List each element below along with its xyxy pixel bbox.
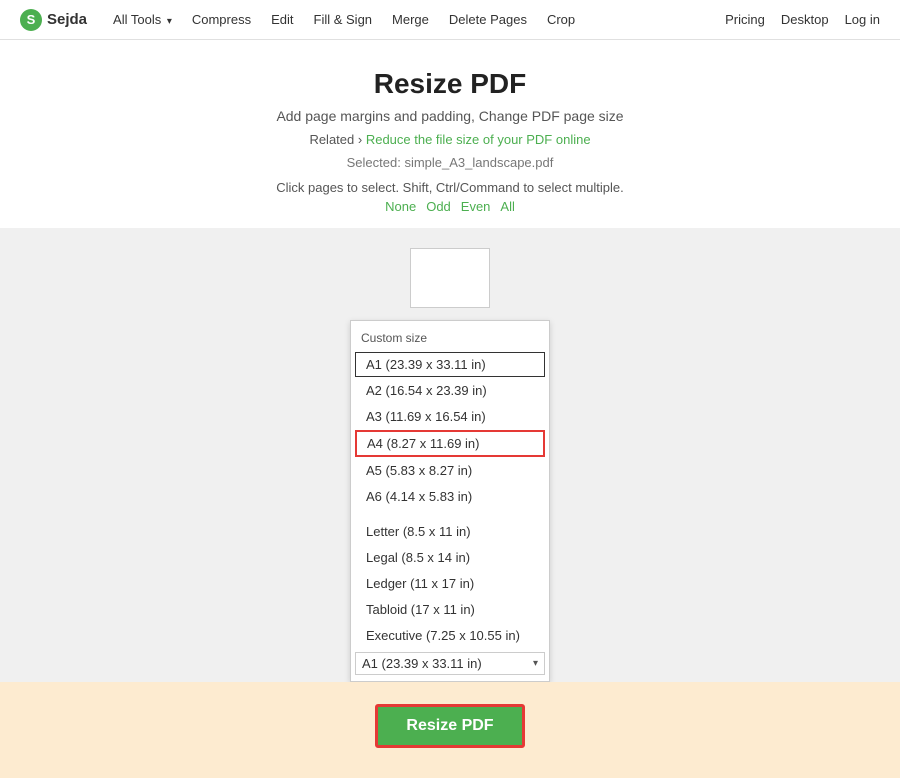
selection-hint: Click pages to select. Shift, Ctrl/Comma… — [20, 180, 880, 195]
dropdown-item-executive[interactable]: Executive (7.25 x 10.55 in) — [355, 623, 545, 648]
page-select-links: None Odd Even All — [20, 199, 880, 214]
dropdown-item-a6[interactable]: A6 (4.14 x 5.83 in) — [355, 484, 545, 509]
related-link[interactable]: Reduce the file size of your PDF online — [366, 132, 591, 147]
chevron-right-icon: › — [358, 132, 366, 147]
dropdown-item-ledger[interactable]: Ledger (11 x 17 in) — [355, 571, 545, 596]
dropdown-item-legal[interactable]: Legal (8.5 x 14 in) — [355, 545, 545, 570]
select-all[interactable]: All — [500, 199, 514, 214]
dropdown-item-a1[interactable]: A1 (23.39 x 33.11 in) — [355, 352, 545, 377]
selected-file: Selected: simple_A3_landscape.pdf — [20, 155, 880, 170]
nav-desktop[interactable]: Desktop — [781, 12, 829, 27]
nav-merge[interactable]: Merge — [384, 10, 437, 29]
dropdown-divider — [351, 510, 549, 518]
resize-pdf-button[interactable]: Resize PDF — [375, 704, 524, 748]
select-even[interactable]: Even — [461, 199, 491, 214]
dropdown-item-a4[interactable]: A4 (8.27 x 11.69 in) — [355, 430, 545, 457]
select-odd[interactable]: Odd — [426, 199, 451, 214]
nav-fill-sign[interactable]: Fill & Sign — [306, 10, 381, 29]
select-none[interactable]: None — [385, 199, 416, 214]
size-dropdown-panel: Custom size A1 (23.39 x 33.11 in) A2 (16… — [350, 320, 550, 682]
dropdown-item-tabloid[interactable]: Tabloid (17 x 11 in) — [355, 597, 545, 622]
dropdown-item-letter[interactable]: Letter (8.5 x 11 in) — [355, 519, 545, 544]
page-title: Resize PDF — [20, 68, 880, 100]
chevron-down-icon: ▾ — [533, 658, 538, 669]
dropdown-item-a2[interactable]: A2 (16.54 x 23.39 in) — [355, 378, 545, 403]
dropdown-item-a3[interactable]: A3 (11.69 x 16.54 in) — [355, 404, 545, 429]
content-area: Custom size A1 (23.39 x 33.11 in) A2 (16… — [0, 228, 900, 778]
dropdown-value-text: A1 (23.39 x 33.11 in) — [362, 656, 533, 671]
dropdown-item-a5[interactable]: A5 (5.83 x 8.27 in) — [355, 458, 545, 483]
nav-all-tools[interactable]: All Tools ▾ — [105, 10, 180, 29]
pdf-thumbnail — [410, 248, 490, 308]
nav-right: Pricing Desktop Log in — [725, 12, 880, 27]
nav-login[interactable]: Log in — [845, 12, 880, 27]
dropdown-header: Custom size — [351, 327, 549, 351]
logo[interactable]: S Sejda — [20, 9, 87, 31]
navbar: S Sejda All Tools ▾ Compress Edit Fill &… — [0, 0, 900, 40]
hero-subtitle: Add page margins and padding, Change PDF… — [20, 108, 880, 124]
nav-crop[interactable]: Crop — [539, 10, 583, 29]
related-label: Related — [309, 132, 354, 147]
logo-text: Sejda — [47, 11, 87, 28]
hero-section: Resize PDF Add page margins and padding,… — [0, 40, 900, 228]
nav-compress[interactable]: Compress — [184, 10, 259, 29]
hero-related: Related › Reduce the file size of your P… — [20, 132, 880, 147]
footer-area: Resize PDF — [0, 682, 900, 778]
nav-links: All Tools ▾ Compress Edit Fill & Sign Me… — [105, 10, 725, 29]
chevron-down-icon: ▾ — [167, 16, 172, 27]
nav-delete-pages[interactable]: Delete Pages — [441, 10, 535, 29]
nav-edit[interactable]: Edit — [263, 10, 301, 29]
logo-icon: S — [20, 9, 42, 31]
dropdown-selected-value[interactable]: A1 (23.39 x 33.11 in) ▾ — [355, 652, 545, 675]
nav-pricing[interactable]: Pricing — [725, 12, 765, 27]
